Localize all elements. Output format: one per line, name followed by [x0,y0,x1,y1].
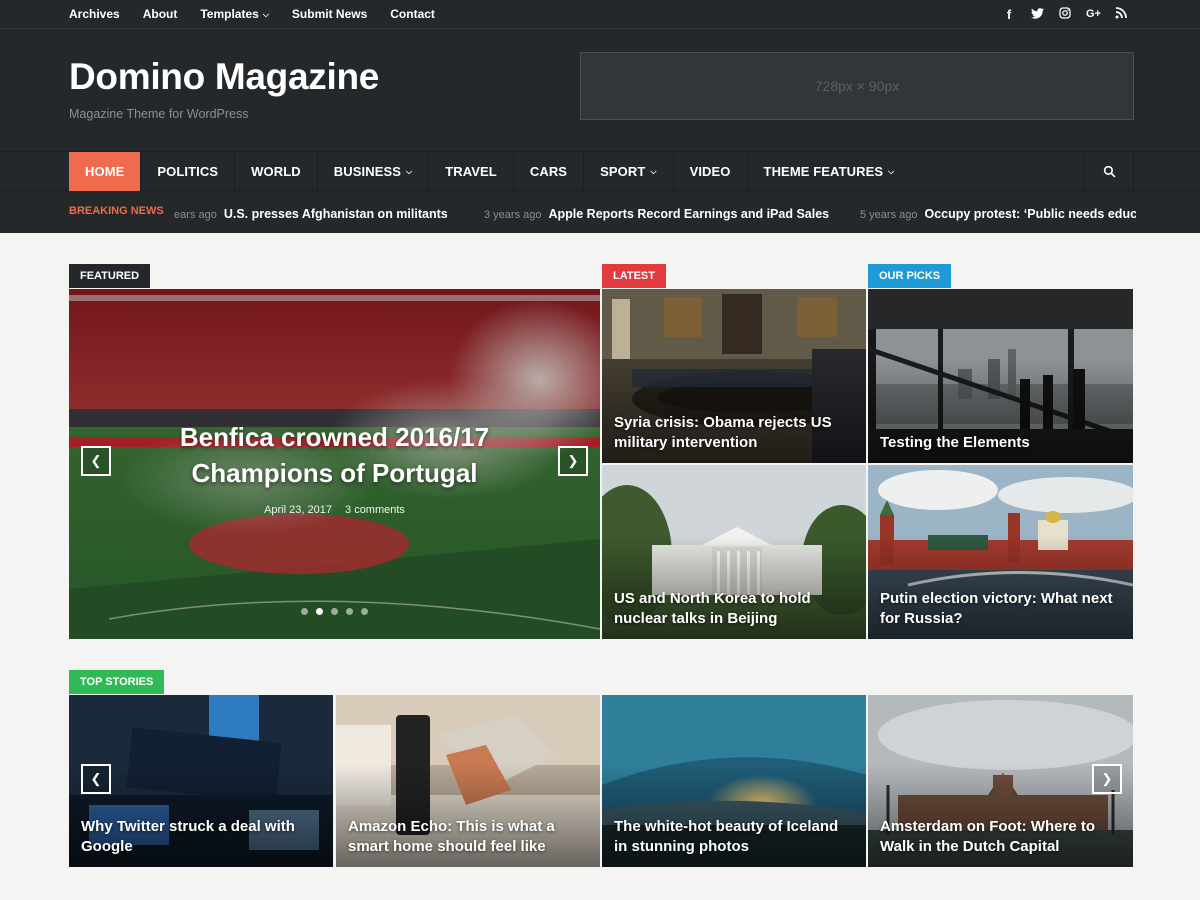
latest-title-2[interactable]: US and North Korea to hold nuclear talks… [614,589,854,629]
nav-item-travel[interactable]: TRAVEL [429,152,514,191]
ticker-time: 3 years ago [484,209,542,221]
search-icon [1103,165,1115,178]
slider-next-button[interactable]: ❯ [558,446,588,476]
nav-label: THEME FEATURES [763,164,884,179]
slider-dot[interactable] [346,608,353,615]
nav-item-cars[interactable]: CARS [514,152,585,191]
nav-label: VIDEO [689,164,731,179]
featured-comments[interactable]: 3 comments [345,504,405,516]
facebook-icon[interactable]: f [1002,7,1016,22]
top-link-contact[interactable]: Contact [390,7,435,21]
nav-label: CARS [529,164,568,179]
ticker-track: ears ago U.S. presses Afghanistan on mili… [170,191,1136,233]
nav-item-politics[interactable]: POLITICS [141,152,236,191]
slider-dot[interactable] [331,608,338,615]
ticker-time: 5 years ago [860,209,918,221]
instagram-icon[interactable] [1058,6,1072,22]
top-link-archives[interactable]: Archives [69,7,120,21]
ticker-title: Apple Reports Record Earnings and iPad S… [548,207,830,221]
social-links: f G+ [1002,0,1128,28]
nav-label: HOME [85,164,125,179]
nav-label: SPORT [600,164,646,179]
nav-item-home[interactable]: HOME [69,152,142,191]
latest-label: LATEST [602,264,666,288]
main-menu: HOME POLITICS WORLD BUSINESS ⌵ TRAVEL CAR… [69,152,910,191]
pick-title-1[interactable]: Testing the Elements [880,433,1121,453]
chevron-left-icon: ❮ [90,453,102,468]
top-link-templates[interactable]: Templates ⌵ [200,7,269,21]
our-picks-label: OUR PICKS [868,264,952,288]
chevron-right-icon: ❯ [1101,771,1113,786]
latest-post-2[interactable]: US and North Korea to hold nuclear talks… [602,465,866,639]
top-nav: Archives About Templates ⌵ Submit News Co… [69,0,435,28]
top-story-title-1[interactable]: Why Twitter struck a deal with Google [81,817,321,857]
top-stories-label: TOP STORIES [69,670,165,694]
pick-post-2[interactable]: Putin election victory: What next for Ru… [868,465,1133,639]
top-story-2[interactable]: Amazon Echo: This is what a smart home s… [336,695,600,867]
top-story-title-2[interactable]: Amazon Echo: This is what a smart home s… [348,817,588,857]
site-tagline: Magazine Theme for WordPress [69,107,249,121]
ticker-item[interactable]: 3 years ago Apple Reports Record Earnings… [484,205,829,223]
slider-dot[interactable] [361,608,368,615]
carousel-next-button[interactable]: ❯ [1092,764,1122,794]
featured-title[interactable]: Benfica crowned 2016/17 Champions of Por… [129,419,540,491]
slider-prev-button[interactable]: ❮ [81,446,111,476]
chevron-down-icon: ⌵ [888,166,895,176]
top-story-1[interactable]: Why Twitter struck a deal with Google ❮ [69,695,333,867]
slider-dot[interactable] [301,608,308,615]
ticker-item[interactable]: 5 years ago Occupy protest: ‘Public needs… [860,205,1136,223]
top-story-4[interactable]: Amsterdam on Foot: Where to Walk in the … [868,695,1133,867]
site-title[interactable]: Domino Magazine [69,56,379,98]
featured-date: April 23, 2017 [264,504,332,516]
top-story-title-3[interactable]: The white-hot beauty of Iceland in stunn… [614,817,854,857]
chevron-right-icon: ❯ [567,453,579,468]
ad-banner-text: 728px × 90px [814,78,900,94]
nav-label: TRAVEL [445,164,497,179]
chevron-down-icon: ⌵ [406,166,413,176]
nav-label: WORLD [251,164,301,179]
breaking-news-label: BREAKING NEWS [69,205,164,217]
ticker-item[interactable]: ears ago U.S. presses Afghanistan on mili… [174,205,448,223]
top-link-templates-label: Templates [200,7,259,21]
nav-item-video[interactable]: VIDEO [674,152,748,191]
top-story-3[interactable]: The white-hot beauty of Iceland in stunn… [602,695,866,867]
latest-post-1[interactable]: Syria crisis: Obama rejects US military … [602,289,866,463]
chevron-left-icon: ❮ [90,771,102,786]
pick-title-2[interactable]: Putin election victory: What next for Ru… [880,589,1121,629]
nav-item-theme-features[interactable]: THEME FEATURES ⌵ [748,152,911,191]
pick-post-1[interactable]: Testing the Elements [868,289,1133,463]
top-story-title-4[interactable]: Amsterdam on Foot: Where to Walk in the … [880,817,1121,857]
ticker-time: ears ago [174,209,217,221]
rss-icon[interactable] [1114,6,1128,22]
slider-dots [69,608,600,615]
google-plus-icon[interactable]: G+ [1086,8,1101,20]
ticker-title: U.S. presses Afghanistan on militants [223,207,448,221]
chevron-down-icon: ⌵ [262,10,269,19]
search-button[interactable] [1084,152,1134,191]
latest-title-1[interactable]: Syria crisis: Obama rejects US military … [614,413,854,453]
featured-label: FEATURED [69,264,151,288]
twitter-icon[interactable] [1030,7,1044,22]
nav-item-business[interactable]: BUSINESS ⌵ [318,152,430,191]
ticker-title: Occupy protest: ‘Public needs educa [924,207,1136,221]
nav-label: POLITICS [157,164,219,179]
top-bar: Archives About Templates ⌵ Submit News Co… [0,0,1200,28]
nav-label: BUSINESS [333,164,402,179]
breaking-news-ticker: BREAKING NEWS ears ago U.S. presses Afgha… [0,191,1200,233]
top-link-about[interactable]: About [143,7,178,21]
chevron-down-icon: ⌵ [650,166,657,176]
featured-slide[interactable]: Benfica crowned 2016/17 Champions of Por… [69,289,600,639]
slider-dot-active[interactable] [316,608,323,615]
site-header: Domino Magazine Magazine Theme for WordP… [0,28,1200,151]
nav-item-world[interactable]: WORLD [235,152,318,191]
carousel-prev-button[interactable]: ❮ [81,764,111,794]
top-link-submit-news[interactable]: Submit News [292,7,367,21]
nav-item-sport[interactable]: SPORT ⌵ [584,152,674,191]
main-nav: HOME POLITICS WORLD BUSINESS ⌵ TRAVEL CAR… [0,151,1200,191]
ad-banner[interactable]: 728px × 90px [580,52,1134,120]
featured-meta: April 23, 2017 3 comments [69,504,600,516]
